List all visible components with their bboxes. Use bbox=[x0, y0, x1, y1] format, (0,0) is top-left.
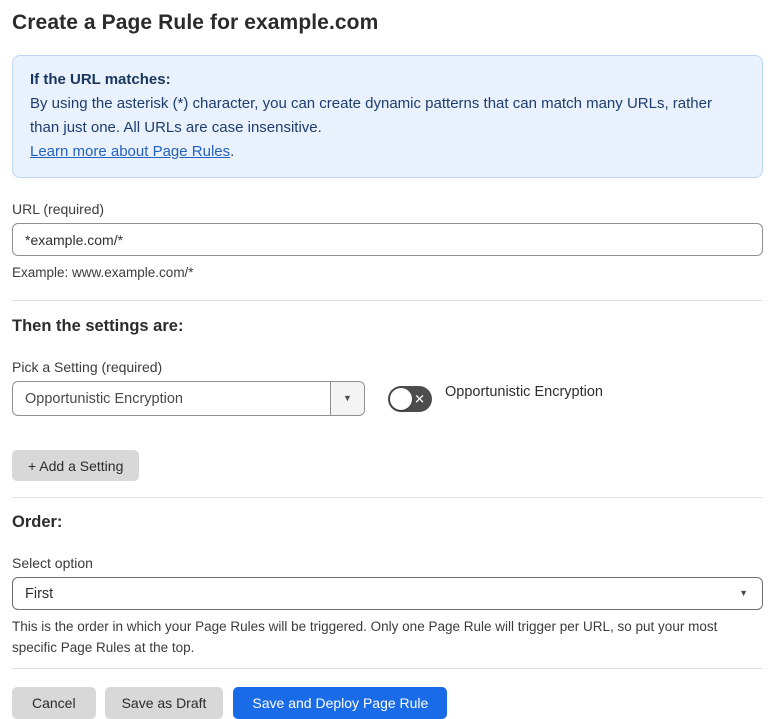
info-box-body: By using the asterisk (*) character, you… bbox=[30, 95, 712, 136]
info-box-heading: If the URL matches: bbox=[30, 71, 171, 88]
url-input[interactable] bbox=[12, 223, 763, 256]
settings-section-heading: Then the settings are: bbox=[12, 317, 184, 335]
save-and-deploy-button[interactable]: Save and Deploy Page Rule bbox=[233, 687, 448, 719]
divider bbox=[12, 497, 763, 498]
toggle-setting-label: Opportunistic Encryption bbox=[445, 384, 603, 400]
order-select-label: Select option bbox=[12, 555, 93, 571]
learn-more-link[interactable]: Learn more about Page Rules bbox=[30, 143, 230, 160]
divider bbox=[12, 300, 763, 301]
opportunistic-encryption-toggle[interactable]: ✕ bbox=[388, 385, 432, 412]
order-select[interactable]: First ▼ bbox=[12, 577, 763, 610]
order-section-heading: Order: bbox=[12, 513, 63, 531]
page-title: Create a Page Rule for example.com bbox=[12, 11, 379, 34]
footer-action-bar: Cancel Save as Draft Save and Deploy Pag… bbox=[12, 687, 763, 719]
url-field-label: URL (required) bbox=[12, 201, 105, 217]
cancel-button[interactable]: Cancel bbox=[12, 687, 96, 719]
toggle-off-x-icon: ✕ bbox=[414, 391, 425, 406]
setting-dropdown[interactable]: Opportunistic Encryption ▼ bbox=[12, 381, 365, 416]
chevron-down-icon: ▼ bbox=[739, 588, 748, 598]
save-as-draft-button[interactable]: Save as Draft bbox=[104, 687, 224, 719]
add-setting-button[interactable]: + Add a Setting bbox=[12, 450, 140, 481]
order-select-value: First bbox=[25, 585, 54, 602]
link-period: . bbox=[230, 143, 235, 160]
chevron-down-icon: ▼ bbox=[343, 393, 352, 403]
info-box-link-line: Learn more about Page Rules. bbox=[30, 140, 745, 164]
url-example-helper: Example: www.example.com/* bbox=[12, 265, 194, 280]
toggle-knob bbox=[390, 387, 412, 410]
order-helper-text: This is the order in which your Page Rul… bbox=[12, 619, 718, 655]
create-page-rule-form: Create a Page Rule for example.com If th… bbox=[0, 0, 775, 719]
url-matches-info-box: If the URL matches: By using the asteris… bbox=[12, 55, 763, 178]
setting-dropdown-arrow-button[interactable]: ▼ bbox=[330, 382, 364, 415]
setting-dropdown-value: Opportunistic Encryption bbox=[25, 390, 183, 407]
pick-setting-label: Pick a Setting (required) bbox=[12, 359, 163, 375]
setting-row: Opportunistic Encryption ▼ ✕ Opportunist… bbox=[12, 381, 763, 416]
divider bbox=[12, 668, 763, 669]
